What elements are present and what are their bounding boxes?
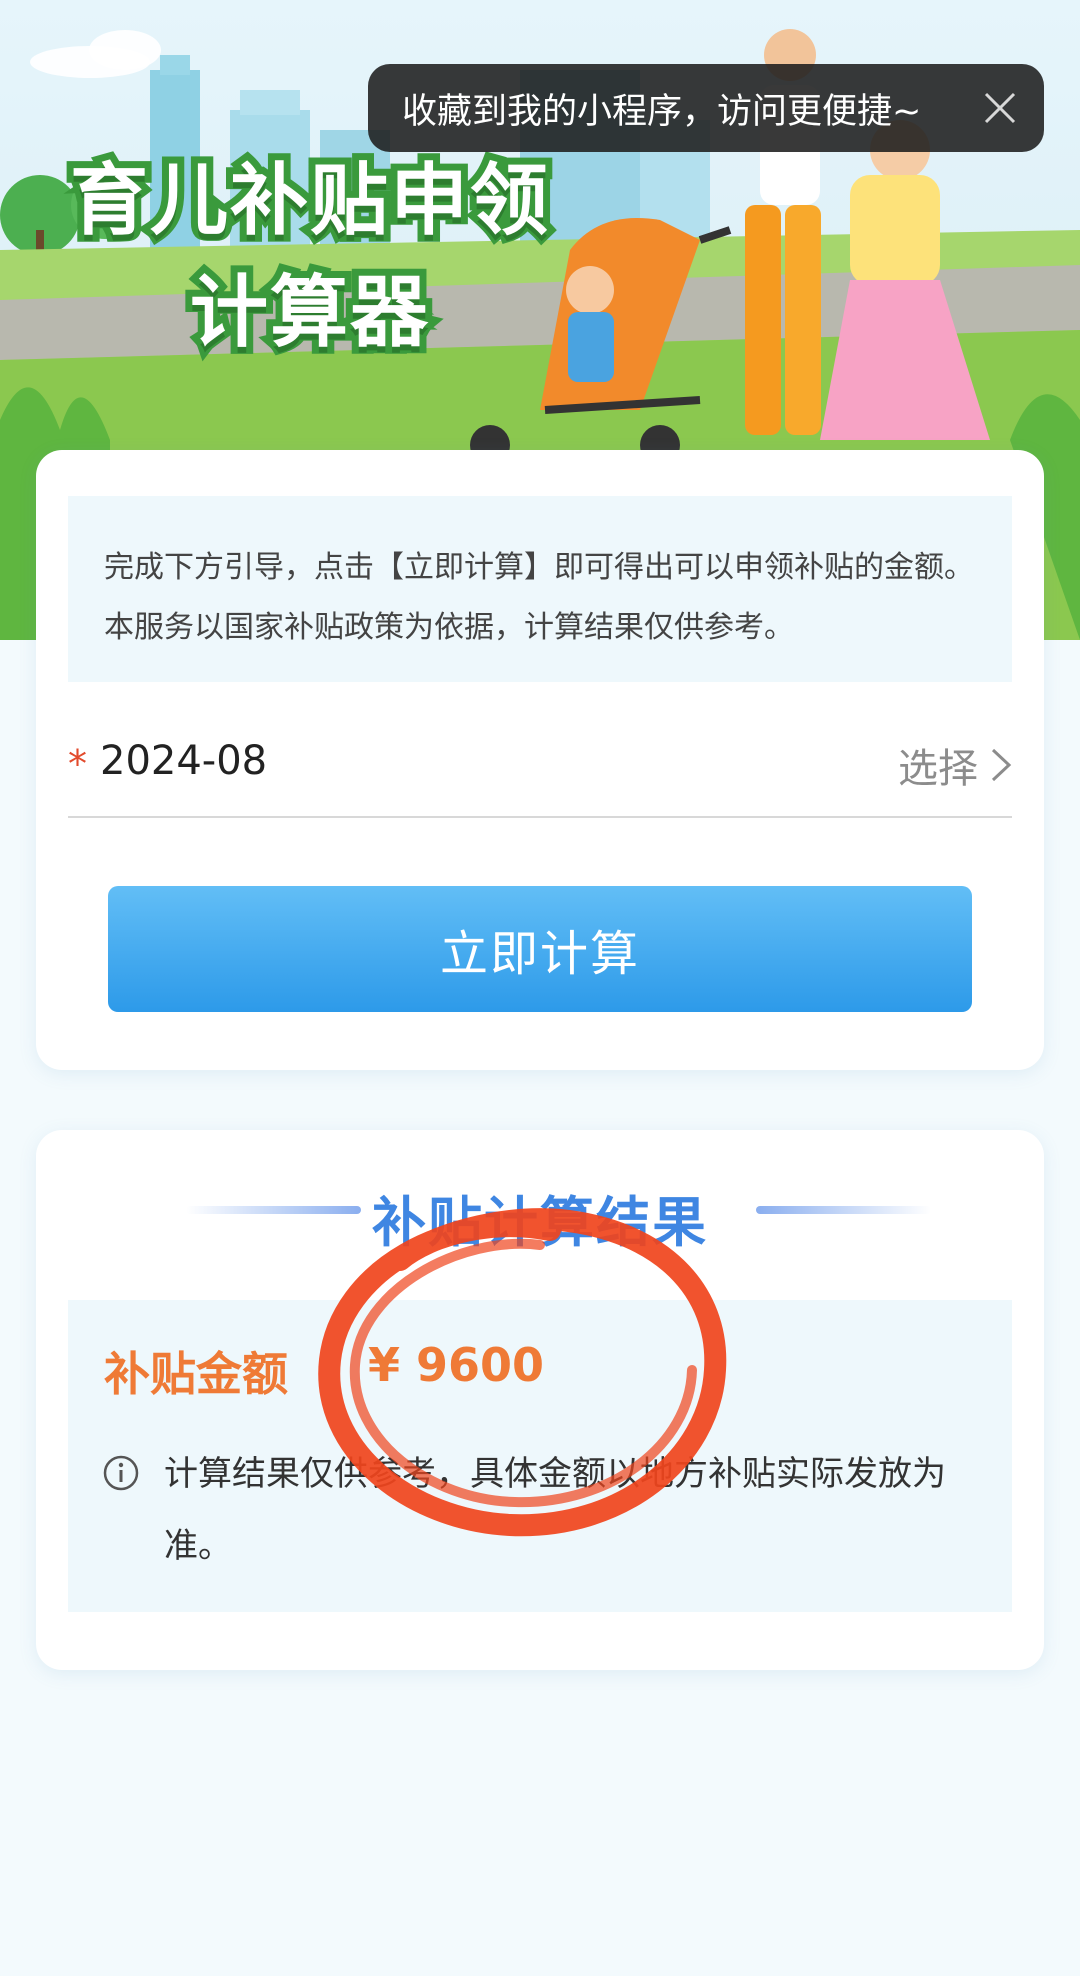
calculate-button[interactable]: 立即计算 xyxy=(108,886,972,1012)
hero-title-line2: 计算器 xyxy=(183,267,435,359)
result-heading-wrap: 补贴计算结果 xyxy=(36,1170,1044,1254)
close-icon[interactable] xyxy=(978,86,1022,130)
amount-value: ¥ 9600 xyxy=(368,1338,545,1392)
required-mark: * xyxy=(68,742,87,786)
date-value: 2024-08 xyxy=(100,738,268,784)
form-card: 完成下方引导，点击【立即计算】即可得出可以申领补贴的金额。本服务以国家补贴政策为… xyxy=(36,450,1044,1070)
result-heading: 补贴计算结果 xyxy=(372,1191,708,1254)
disclaimer-text: 计算结果仅供参考，具体金额以地方补贴实际发放为准。 xyxy=(164,1454,946,1566)
favorite-toast: 收藏到我的小程序，访问更便捷~ xyxy=(368,64,1044,152)
result-box: 补贴金额 ¥ 9600 计算结果仅供参考，具体金额以地方补贴实际发放为准。 xyxy=(68,1300,1012,1612)
chevron-right-icon xyxy=(991,748,1012,782)
select-button[interactable]: 选择 xyxy=(898,736,1012,794)
result-card: 补贴计算结果 补贴金额 ¥ 9600 计算结果仅供参考，具体金额以地方补贴实际发… xyxy=(36,1130,1044,1670)
date-select-row[interactable]: * 2024-08 选择 xyxy=(68,720,1012,818)
toast-text: 收藏到我的小程序，访问更便捷~ xyxy=(402,91,922,132)
notice-box: 完成下方引导，点击【立即计算】即可得出可以申领补贴的金额。本服务以国家补贴政策为… xyxy=(68,496,1012,682)
info-icon xyxy=(103,1455,139,1491)
select-label: 选择 xyxy=(898,746,978,792)
hero-title-line1: 育儿补贴申领 xyxy=(63,155,555,247)
amount-label: 补贴金额 xyxy=(104,1347,288,1401)
